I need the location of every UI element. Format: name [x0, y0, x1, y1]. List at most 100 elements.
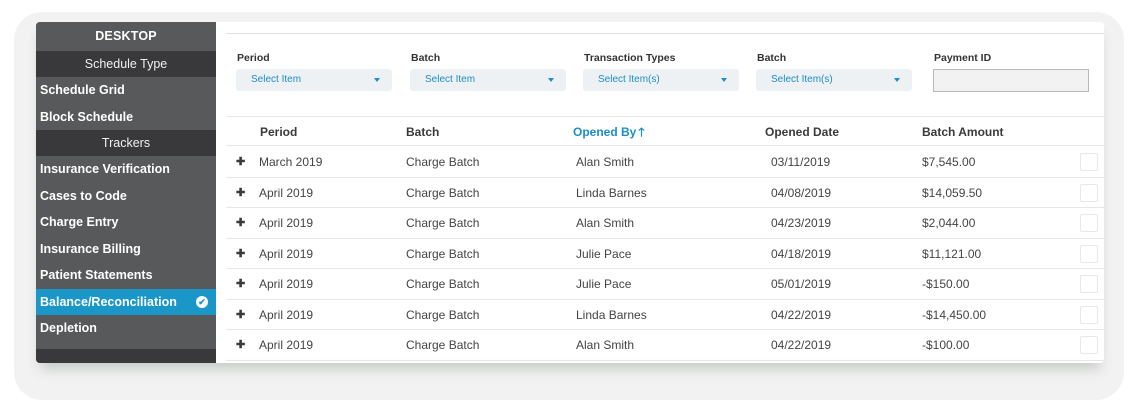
cell-opened-date: 04/08/2019 [771, 185, 832, 200]
transaction-types-select-value: Select Item(s) [598, 74, 660, 85]
cell-period: April 2019 [259, 307, 314, 322]
cell-batch-amount: $11,121.00 [922, 246, 982, 261]
cell-batch-amount: -$150.00 [922, 277, 970, 291]
transaction-types-select[interactable]: Select Item(s) [583, 69, 739, 91]
plus-icon[interactable]: ✚ [236, 300, 245, 330]
cell-opened-by: Alan Smith [576, 338, 635, 352]
check-circle-icon: ✔ [196, 295, 208, 308]
main-content: Period Select Item Batch Select Item Tra… [216, 22, 1104, 363]
period-select[interactable]: Select Item [236, 69, 392, 91]
column-header-opened-by[interactable]: Opened By 🡑 [573, 117, 645, 147]
table-row[interactable]: ✚ April 2019 Charge Batch Alan Smith 04/23/2… [226, 208, 1104, 239]
plus-icon[interactable]: ✚ [236, 239, 245, 269]
sidebar: DESKTOP Schedule Type Schedule Grid Bloc… [36, 22, 216, 363]
cell-opened-date: 04/22/2019 [771, 307, 832, 322]
batch-select-value: Select Item [425, 74, 476, 85]
column-header-period[interactable]: Period [260, 117, 297, 147]
batch2-select[interactable]: Select Item(s) [756, 69, 912, 91]
row-checkbox[interactable] [1080, 153, 1098, 171]
column-header-batch[interactable]: Batch [406, 117, 439, 147]
cell-period: April 2019 [259, 338, 314, 352]
sidebar-item-patient-statements[interactable]: Patient Statements [36, 262, 216, 289]
cell-opened-date: 04/23/2019 [771, 216, 832, 230]
cell-period: April 2019 [259, 216, 314, 230]
period-filter-label: Period [237, 52, 270, 64]
row-checkbox[interactable] [1080, 336, 1098, 354]
batch2-select-value: Select Item(s) [771, 74, 833, 85]
sidebar-item-balance-reconciliation[interactable]: Balance/Reconciliation ✔ [36, 288, 216, 315]
cell-opened-date: 04/22/2019 [771, 338, 832, 352]
cell-batch: Charge Batch [406, 277, 480, 291]
cell-period: April 2019 [259, 246, 314, 261]
sidebar-footer [36, 349, 216, 363]
payment-id-label: Payment ID [934, 52, 992, 64]
table-row[interactable]: ✚ April 2019 Charge Batch Julie Pace 05/01/2… [226, 269, 1104, 300]
plus-icon[interactable]: ✚ [236, 269, 245, 299]
cell-opened-date: 04/18/2019 [771, 246, 832, 261]
batch2-filter-label: Batch [757, 52, 787, 64]
cell-period: March 2019 [259, 155, 323, 169]
cell-batch-amount: -$100.00 [922, 338, 970, 352]
cell-batch-amount: -$14,450.00 [922, 307, 987, 322]
caret-down-icon [894, 78, 900, 82]
row-checkbox[interactable] [1080, 183, 1098, 202]
sidebar-item-cases-to-code[interactable]: Cases to Code [36, 183, 216, 210]
app-panel: DESKTOP Schedule Type Schedule Grid Bloc… [36, 22, 1104, 363]
caret-down-icon [721, 78, 727, 82]
table-row[interactable]: ✚ April 2019 Charge Batch Linda Barnes 04/08… [226, 178, 1104, 208]
cell-opened-by: Linda Barnes [576, 307, 647, 322]
arrow-up-icon: 🡑 [638, 125, 645, 139]
plus-icon[interactable]: ✚ [236, 178, 245, 208]
table-row[interactable]: ✚ April 2019 Charge Batch Julie Pace 04/18/2… [226, 239, 1104, 269]
column-header-label: Opened By [573, 125, 637, 139]
cell-batch-amount: $2,044.00 [922, 216, 976, 230]
sidebar-item-charge-entry[interactable]: Charge Entry [36, 209, 216, 236]
sidebar-item-insurance-billing[interactable]: Insurance Billing [36, 236, 216, 263]
batch-select[interactable]: Select Item [410, 69, 566, 91]
plus-icon[interactable]: ✚ [236, 330, 245, 360]
filter-bar: Period Select Item Batch Select Item Tra… [216, 22, 1104, 112]
batch-filter-label: Batch [411, 52, 441, 64]
sidebar-section-schedule-type[interactable]: Schedule Type [36, 51, 216, 77]
plus-icon[interactable]: ✚ [236, 147, 245, 177]
cell-opened-by: Linda Barnes [576, 185, 647, 200]
cell-opened-by: Alan Smith [576, 216, 635, 230]
cell-opened-date: 03/11/2019 [771, 155, 831, 169]
sidebar-section-trackers[interactable]: Trackers [36, 130, 216, 156]
cell-batch: Charge Batch [406, 185, 480, 200]
cell-batch: Charge Batch [406, 216, 480, 230]
row-checkbox[interactable] [1080, 244, 1098, 263]
period-select-value: Select Item [251, 74, 302, 85]
cell-batch: Charge Batch [406, 307, 480, 322]
caret-down-icon [374, 78, 380, 82]
row-checkbox[interactable] [1080, 214, 1098, 232]
table-row[interactable]: ✚ April 2019 Charge Batch Linda Barnes 04/22… [226, 300, 1104, 330]
transaction-types-filter-label: Transaction Types [584, 52, 676, 64]
sidebar-item-insurance-verification[interactable]: Insurance Verification [36, 156, 216, 183]
plus-icon[interactable]: ✚ [236, 208, 245, 238]
payment-id-input[interactable] [933, 69, 1089, 92]
table-header: Period Batch Opened By 🡑 Opened Date Batc… [226, 116, 1104, 146]
sidebar-item-schedule-grid[interactable]: Schedule Grid [36, 77, 216, 104]
cell-opened-by: Julie Pace [576, 246, 632, 261]
cell-batch: Charge Batch [406, 155, 480, 169]
sidebar-item-block-schedule[interactable]: Block Schedule [36, 104, 216, 131]
table-row[interactable]: ✚ March 2019 Charge Batch Alan Smith 03/11/2… [226, 147, 1104, 178]
caret-down-icon [548, 78, 554, 82]
sidebar-header: DESKTOP [36, 22, 216, 51]
cell-period: April 2019 [259, 185, 314, 200]
column-header-opened-date[interactable]: Opened Date [765, 117, 839, 147]
row-checkbox[interactable] [1080, 305, 1098, 324]
sidebar-item-depletion[interactable]: Depletion [36, 315, 216, 342]
cell-batch: Charge Batch [406, 246, 480, 261]
cell-batch: Charge Batch [406, 338, 480, 352]
row-checkbox[interactable] [1080, 275, 1098, 293]
cell-opened-by: Julie Pace [576, 277, 632, 291]
column-header-batch-amount[interactable]: Batch Amount [922, 117, 1004, 147]
cell-batch-amount: $14,059.50 [922, 185, 983, 200]
sidebar-item-label: Balance/Reconciliation [40, 294, 177, 309]
cell-opened-by: Alan Smith [576, 155, 635, 169]
cell-period: April 2019 [259, 277, 314, 291]
table-row[interactable]: ✚ April 2019 Charge Batch Alan Smith 04/22/2… [226, 330, 1104, 361]
cell-opened-date: 05/01/2019 [771, 277, 832, 291]
